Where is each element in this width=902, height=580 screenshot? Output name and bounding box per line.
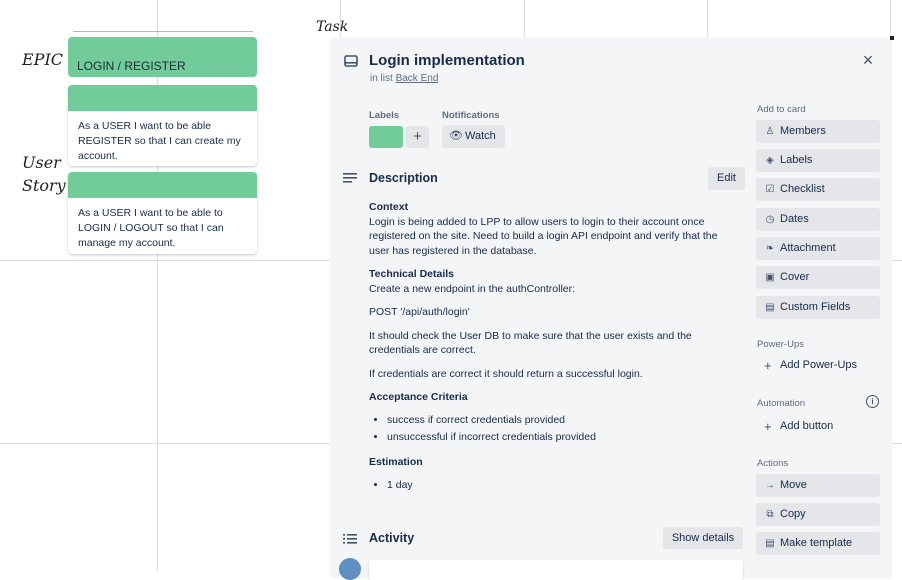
custom-fields-button[interactable]: ▤ Custom Fields	[756, 296, 880, 319]
move-button[interactable]: → Move	[756, 474, 880, 497]
make-template-label: Make template	[780, 537, 853, 549]
attachment-label: Attachment	[780, 242, 836, 254]
copy-label: Copy	[780, 508, 806, 520]
context-heading: Context	[369, 201, 409, 213]
label-chip-green[interactable]	[369, 126, 403, 148]
info-icon[interactable]: i	[866, 395, 879, 408]
list-item: 1 day	[387, 478, 739, 493]
actions-heading: Actions	[757, 458, 789, 469]
context-text: Login is being added to LPP to allow use…	[369, 215, 718, 257]
watch-label: Watch	[465, 130, 496, 142]
paperclip-icon: ❧	[765, 243, 775, 254]
watch-button[interactable]: 👁 Watch	[442, 125, 505, 148]
list-prefix: in list	[370, 73, 393, 84]
epic-annotation: EPIC	[22, 50, 64, 69]
comment-input[interactable]	[369, 560, 743, 580]
powerups-heading: Power-Ups	[757, 339, 804, 350]
list-link[interactable]: Back End	[396, 73, 439, 84]
attachment-button[interactable]: ❧ Attachment	[756, 237, 880, 260]
user-story-annotation-line1: User	[22, 153, 61, 172]
card-cover	[68, 85, 257, 111]
checklist-button[interactable]: ☑ Checklist	[756, 178, 880, 201]
clock-icon: ◷	[765, 214, 775, 225]
add-to-card-heading: Add to card	[757, 104, 806, 115]
edit-description-button[interactable]: Edit	[708, 167, 745, 190]
add-powerups-button[interactable]: + Add Power-Ups	[756, 354, 880, 377]
arrow-right-icon: →	[765, 480, 775, 491]
plus-icon: +	[764, 419, 772, 434]
make-template-button[interactable]: ▤ Make template	[756, 532, 880, 555]
user-story-annotation-line2: Story	[22, 176, 66, 195]
activity-icon	[343, 532, 357, 550]
activity-heading: Activity	[369, 531, 415, 545]
epic-card[interactable]: LOGIN / REGISTER	[68, 37, 257, 77]
list-divider	[73, 31, 253, 32]
card-icon	[344, 54, 358, 72]
fields-icon: ▤	[765, 302, 775, 313]
card-title[interactable]: Login implementation	[369, 52, 525, 69]
task-annotation: Task	[316, 19, 349, 35]
show-details-button[interactable]: Show details	[663, 527, 743, 549]
eye-icon: 👁	[449, 130, 463, 142]
estimation-heading: Estimation	[369, 455, 423, 468]
labels-heading: Labels	[369, 110, 400, 121]
card-cover	[68, 172, 257, 198]
template-icon: ▤	[765, 538, 775, 549]
members-label: Members	[780, 125, 826, 137]
list-info: in list Back End	[370, 73, 438, 84]
dates-button[interactable]: ◷ Dates	[756, 208, 880, 231]
technical-heading: Technical Details	[369, 268, 455, 280]
cover-label: Cover	[780, 271, 810, 283]
dates-label: Dates	[780, 213, 809, 225]
story-card-text: As a USER I want to be able REGISTER so …	[78, 120, 241, 162]
acceptance-list: success if correct credentials provided …	[369, 413, 739, 445]
acceptance-heading: Acceptance Criteria	[369, 391, 468, 403]
endpoint-text: POST '/api/auth/login'	[369, 306, 470, 318]
automation-heading: Automation	[757, 398, 806, 409]
description-icon	[343, 171, 357, 189]
plus-icon: +	[764, 358, 772, 373]
labels-button[interactable]: ◈ Labels	[756, 149, 880, 172]
card-icon: ▣	[765, 272, 775, 283]
story-card[interactable]: As a USER I want to be able to LOGIN / L…	[68, 172, 257, 254]
story-card[interactable]: As a USER I want to be able REGISTER so …	[68, 85, 257, 166]
notifications-heading: Notifications	[442, 110, 500, 121]
technical-text: Create a new endpoint in the authControl…	[369, 282, 576, 295]
description-body: Context Login is being added to LPP to a…	[369, 200, 739, 496]
checkbox-icon: ☑	[765, 184, 775, 195]
labels-label: Labels	[780, 154, 813, 166]
members-button[interactable]: ♙ Members	[756, 120, 880, 143]
cover-button[interactable]: ▣ Cover	[756, 266, 880, 289]
estimation-list: 1 day	[369, 478, 739, 493]
tag-icon: ◈	[766, 155, 774, 166]
add-button-button[interactable]: + Add button	[756, 415, 880, 438]
modal-corner	[890, 36, 894, 40]
add-label-button[interactable]: +	[406, 126, 429, 148]
custom-fields-label: Custom Fields	[780, 301, 851, 313]
list-item: unsuccessful if incorrect credentials pr…	[387, 430, 739, 445]
story-card-text: As a USER I want to be able to LOGIN / L…	[78, 207, 224, 249]
add-powerups-label: Add Power-Ups	[780, 359, 858, 371]
avatar	[339, 558, 361, 580]
person-icon: ♙	[765, 126, 775, 137]
list-item: success if correct credentials provided	[387, 413, 739, 428]
checklist-label: Checklist	[780, 183, 825, 195]
add-button-label: Add button	[780, 420, 834, 432]
description-heading: Description	[369, 171, 438, 185]
check-text: It should check the User DB to make sure…	[369, 329, 692, 357]
epic-card-title: LOGIN / REGISTER	[77, 59, 186, 73]
success-text: If credentials are correct it should ret…	[369, 367, 643, 380]
move-label: Move	[780, 479, 807, 491]
close-button[interactable]: ×	[858, 50, 878, 70]
copy-icon: ⧉	[766, 509, 774, 520]
copy-button[interactable]: ⧉ Copy	[756, 503, 880, 526]
